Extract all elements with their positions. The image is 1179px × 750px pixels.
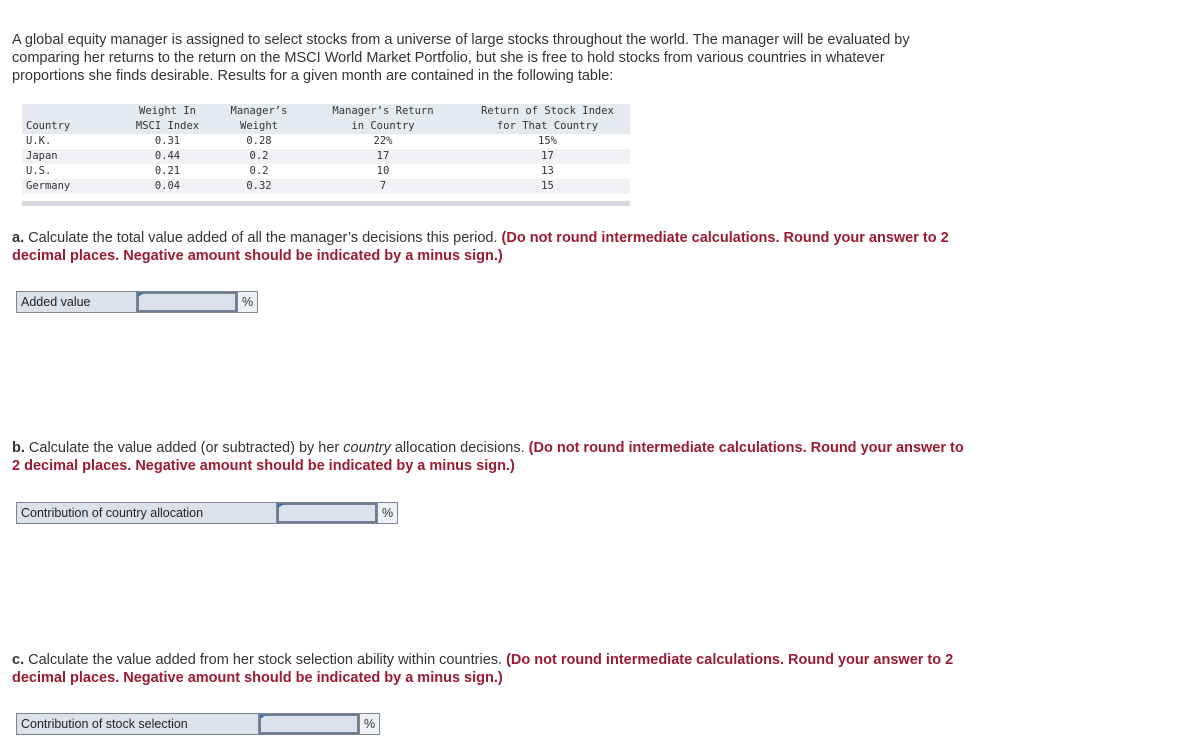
cell-index-return: 13 bbox=[541, 165, 554, 177]
answer-row-added-value: Added value % bbox=[16, 291, 259, 313]
question-a-letter: a. bbox=[12, 230, 25, 246]
cell-manager-return: 17 bbox=[301, 149, 465, 164]
table-row: Japan 0.44 0.2 17 17 bbox=[22, 149, 630, 164]
country-allocation-input[interactable] bbox=[277, 503, 377, 523]
cell-msci-weight: 0.04 bbox=[118, 179, 217, 194]
cell-country: U.S. bbox=[26, 165, 52, 177]
question-b-text-after: allocation decisions. bbox=[390, 440, 529, 456]
cell-manager-weight: 0.32 bbox=[217, 179, 301, 194]
question-c-letter: c. bbox=[12, 652, 25, 668]
question-b: b. Calculate the value added (or subtrac… bbox=[12, 439, 972, 475]
question-c-text: Calculate the value added from her stock… bbox=[24, 652, 507, 668]
stock-selection-label: Contribution of stock selection bbox=[17, 714, 259, 734]
country-allocation-label: Contribution of country allocation bbox=[17, 503, 277, 523]
cell-manager-weight: 0.2 bbox=[249, 165, 269, 177]
cell-manager-return: 22% bbox=[373, 135, 393, 147]
problem-intro: A global equity manager is assigned to s… bbox=[12, 32, 910, 84]
header-index-return: Return of Stock Index for That Country bbox=[465, 104, 630, 134]
header-msci-weight: Weight In MSCI Index bbox=[118, 104, 217, 134]
stock-selection-input[interactable] bbox=[259, 714, 359, 734]
question-b-text: Calculate the value added (or subtracted… bbox=[24, 440, 344, 456]
table-row: Germany 0.04 0.32 7 15 bbox=[22, 179, 630, 194]
question-c: c. Calculate the value added from her st… bbox=[12, 651, 972, 687]
table-row: U.S. 0.21 0.2 10 13 bbox=[22, 164, 630, 179]
answer-row-country-allocation: Contribution of country allocation % bbox=[16, 502, 399, 524]
cell-msci-weight: 0.31 bbox=[154, 135, 181, 147]
input-flag-icon bbox=[278, 504, 284, 508]
cell-manager-weight: 0.2 bbox=[217, 149, 301, 164]
cell-index-return: 15 bbox=[465, 179, 630, 194]
added-value-input[interactable] bbox=[137, 292, 237, 312]
added-value-label: Added value bbox=[17, 292, 137, 312]
answer-row-stock-selection: Contribution of stock selection % bbox=[16, 713, 381, 735]
cell-index-return: 17 bbox=[465, 149, 630, 164]
cell-msci-weight: 0.44 bbox=[118, 149, 217, 164]
input-flag-icon bbox=[138, 293, 144, 297]
cell-msci-weight: 0.21 bbox=[154, 165, 181, 177]
question-a: a. Calculate the total value added of al… bbox=[12, 229, 972, 265]
header-manager-weight: Manager’s Weight bbox=[217, 104, 301, 134]
header-manager-return: Manager’s Return in Country bbox=[301, 104, 465, 134]
added-value-unit: % bbox=[237, 292, 258, 312]
cell-country: Japan bbox=[22, 149, 118, 164]
input-flag-icon bbox=[260, 715, 266, 719]
cell-manager-return: 10 bbox=[376, 165, 390, 177]
country-allocation-unit: % bbox=[377, 503, 398, 523]
question-a-text: Calculate the total value added of all t… bbox=[24, 230, 502, 246]
cell-index-return: 15% bbox=[538, 135, 557, 147]
question-b-letter: b. bbox=[12, 440, 25, 456]
question-b-italic: country bbox=[343, 440, 391, 456]
cell-country: U.K. bbox=[26, 135, 52, 147]
cell-country: Germany bbox=[22, 179, 118, 194]
table-row: U.K. 0.31 0.28 22% 15% bbox=[22, 134, 630, 149]
cell-manager-return: 7 bbox=[301, 179, 465, 194]
cell-manager-weight: 0.28 bbox=[246, 135, 272, 147]
stock-selection-unit: % bbox=[359, 714, 380, 734]
header-country: Country bbox=[22, 104, 118, 134]
returns-table: Country Weight In MSCI Index Manager’s W… bbox=[22, 104, 630, 194]
table-footer-bar bbox=[22, 201, 630, 206]
table-header-row: Country Weight In MSCI Index Manager’s W… bbox=[22, 104, 630, 134]
